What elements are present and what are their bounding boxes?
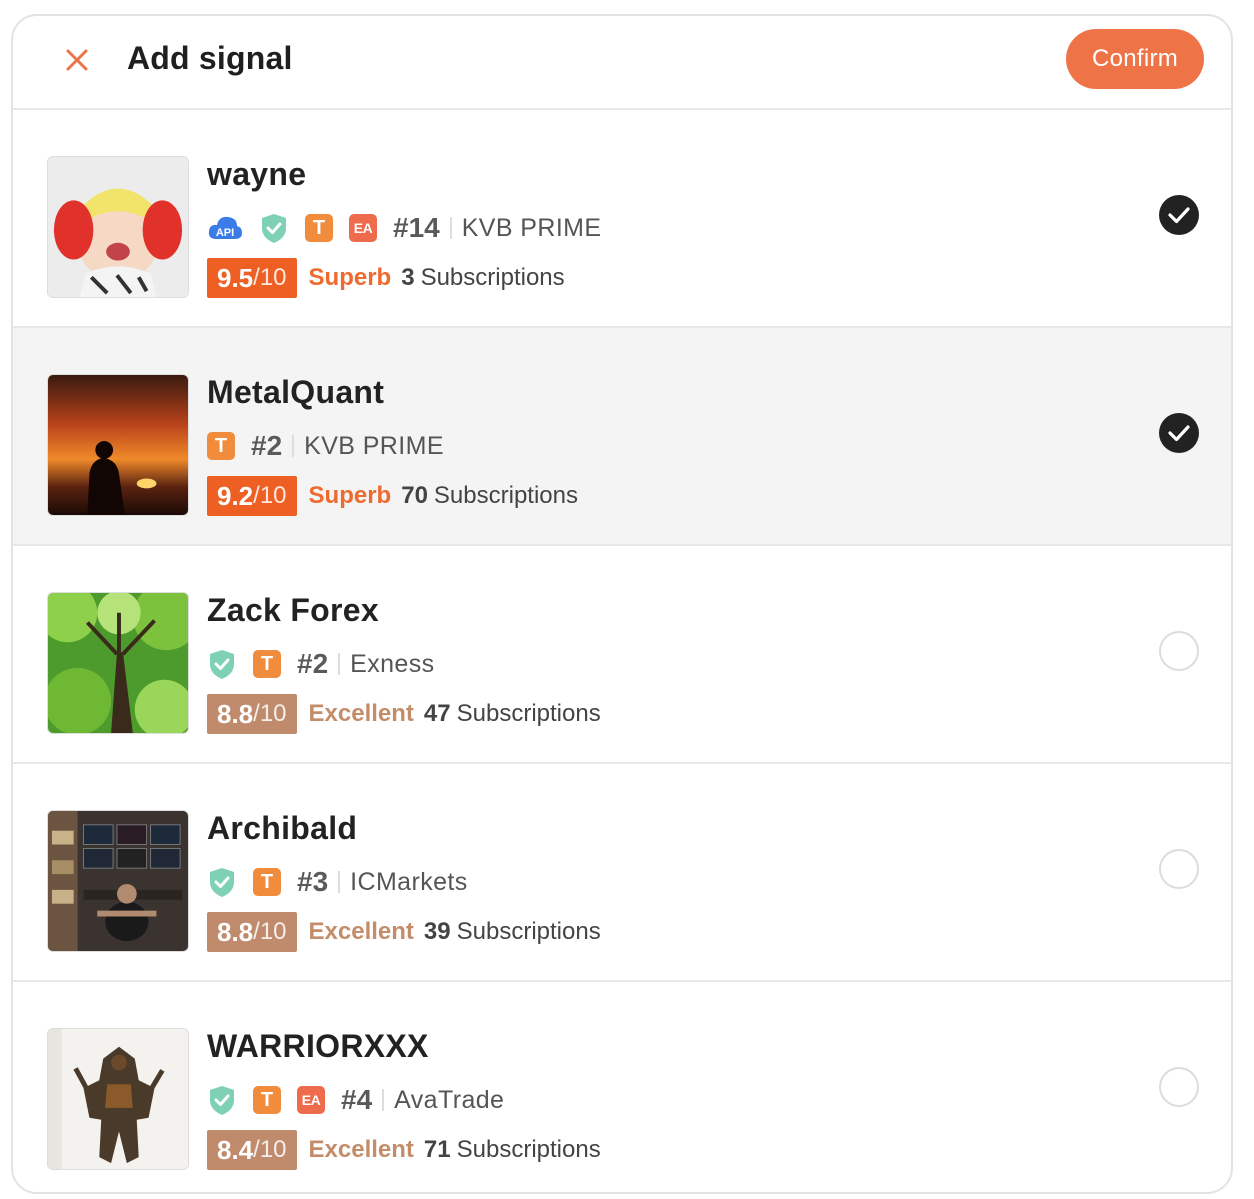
subscriptions-label: Subscriptions — [456, 918, 601, 945]
checked-circle-icon[interactable] — [1158, 412, 1200, 454]
subscriptions-label: Subscriptions — [433, 482, 578, 509]
badge-row: API T EA #14 KVB PRIME — [207, 208, 601, 248]
badge-row: T #2 Exness — [207, 644, 435, 684]
signal-row[interactable]: WARRIORXXX T EA #4 AvaTrade 8.4/10 Excel… — [13, 982, 1231, 1192]
score-badge: 8.8/10 — [207, 912, 297, 952]
grade-label: Superb — [308, 264, 392, 291]
dialog-header: Add signal Confirm — [13, 16, 1231, 110]
grade-label: Excellent — [308, 918, 414, 945]
unchecked-circle-icon[interactable] — [1158, 630, 1200, 672]
avatar — [47, 810, 189, 952]
divider — [292, 435, 295, 457]
divider — [382, 1089, 385, 1111]
signal-row[interactable]: wayne API T EA #14 KVB PRIME 9.5 /10 Sup… — [13, 110, 1231, 328]
subscriptions-label: Subscriptions — [456, 1136, 601, 1163]
t-badge-icon: T — [253, 650, 281, 678]
broker: KVB PRIME — [461, 213, 602, 242]
avatar — [47, 156, 189, 298]
trading-desk-photo-image — [48, 811, 188, 951]
score-max: /10 — [253, 264, 287, 291]
svg-text:API: API — [216, 227, 234, 239]
rating-line: 8.8/10 Excellent 47 Subscriptions — [207, 694, 601, 734]
shield-check-icon — [207, 1084, 237, 1116]
shield-check-icon — [259, 212, 289, 244]
shield-check-icon — [207, 866, 237, 898]
sunset-photo-image — [48, 375, 188, 515]
t-badge-icon: T — [253, 1086, 281, 1114]
score-value: 8.8 — [217, 916, 254, 947]
unchecked-circle-icon[interactable] — [1158, 1066, 1200, 1108]
signal-name: WARRIORXXX — [207, 1028, 429, 1064]
avatar — [47, 1028, 189, 1170]
score-value: 8.4 — [217, 1134, 254, 1165]
t-badge-icon: T — [207, 432, 235, 460]
subscriptions-count: 70 — [401, 482, 428, 509]
confirm-button[interactable]: Confirm — [1066, 29, 1204, 89]
rank: #3 — [297, 866, 329, 897]
close-icon[interactable] — [63, 46, 91, 74]
score-max: /10 — [253, 1136, 287, 1163]
avatar — [47, 374, 189, 516]
divider — [338, 653, 341, 675]
subscriptions-count: 3 — [401, 264, 415, 291]
score-badge: 8.4/10 — [207, 1130, 297, 1170]
divider — [449, 217, 452, 239]
avatar — [47, 592, 189, 734]
signal-name: Zack Forex — [207, 592, 379, 628]
subscriptions-count: 47 — [423, 700, 451, 727]
badge-row: T #2 KVB PRIME — [207, 426, 444, 466]
broker: Exness — [350, 649, 435, 678]
rating-line: 9.2/10 Superb 70 Subscriptions — [207, 476, 578, 516]
subscriptions-label: Subscriptions — [456, 700, 601, 727]
badge-row: T #3 ICMarkets — [207, 862, 468, 902]
rating-line: 9.5/10 Superb 3 Subscriptions — [207, 258, 565, 298]
score-max: /10 — [253, 700, 287, 727]
subscriptions-count: 39 — [423, 918, 451, 945]
score-badge: 9.5/10 — [207, 258, 297, 298]
signal-name: Archibald — [207, 810, 358, 846]
rank: #4 — [341, 1084, 373, 1115]
badge-row: T EA #4 AvaTrade — [207, 1080, 504, 1120]
t-badge-icon: T — [253, 868, 281, 896]
score-value: 8.8 — [217, 698, 254, 729]
signal-name: wayne — [207, 156, 307, 192]
t-badge-icon: T — [305, 214, 333, 242]
score-value: 9.2 — [217, 480, 254, 511]
shield-check-icon — [207, 648, 237, 680]
signal-row[interactable]: MetalQuant T #2 KVB PRIME 9.2/10 Superb … — [13, 328, 1231, 546]
add-signal-dialog: Add signal Confirm wayne API T EA #14 KV… — [11, 14, 1233, 1194]
signal-row[interactable]: Zack Forex T #2 Exness 8.8/10 Excellent … — [13, 546, 1231, 764]
tree-photo-image — [48, 593, 188, 733]
grade-label: Superb — [308, 482, 392, 509]
score-value: 9.5 — [217, 262, 254, 293]
broker: KVB PRIME — [304, 431, 444, 460]
rank: #14 — [393, 212, 440, 243]
rating-line: 8.4/10 Excellent 71 Subscriptions — [207, 1130, 601, 1170]
baby-photo-image — [48, 157, 188, 297]
subscriptions-count: 71 — [423, 1136, 451, 1163]
score-max: /10 — [253, 482, 287, 509]
broker: AvaTrade — [394, 1085, 505, 1114]
signal-row[interactable]: Archibald T #3 ICMarkets 8.8/10 Excellen… — [13, 764, 1231, 982]
grade-label: Excellent — [308, 700, 414, 727]
checked-circle-icon[interactable] — [1158, 194, 1200, 236]
score-badge: 9.2/10 — [207, 476, 297, 516]
dialog-title: Add signal — [127, 40, 293, 76]
grade-label: Excellent — [308, 1136, 414, 1163]
ea-badge-icon: EA — [297, 1086, 325, 1114]
divider — [338, 871, 341, 893]
broker: ICMarkets — [350, 867, 468, 896]
score-max: /10 — [253, 918, 287, 945]
rank: #2 — [297, 648, 329, 679]
signal-name: MetalQuant — [207, 374, 385, 410]
warrior-art-image — [48, 1029, 188, 1169]
subscriptions-label: Subscriptions — [420, 264, 565, 291]
api-icon: API — [207, 213, 243, 243]
rating-line: 8.8/10 Excellent 39 Subscriptions — [207, 912, 601, 952]
rank: #2 — [251, 430, 283, 461]
score-badge: 8.8/10 — [207, 694, 297, 734]
ea-badge-icon: EA — [349, 214, 377, 242]
unchecked-circle-icon[interactable] — [1158, 848, 1200, 890]
